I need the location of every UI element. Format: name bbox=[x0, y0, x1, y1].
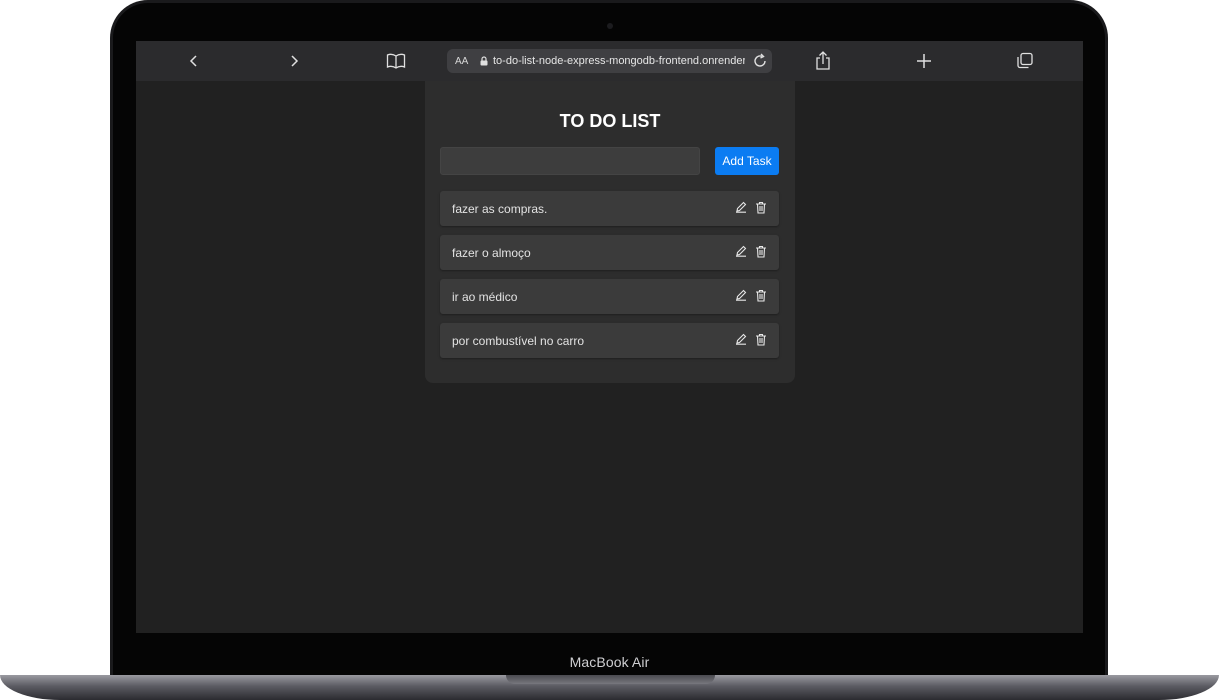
task-item: fazer o almoço bbox=[440, 235, 779, 270]
chevron-left-icon[interactable] bbox=[182, 49, 206, 73]
task-text: por combustível no carro bbox=[452, 334, 585, 348]
trash-icon[interactable] bbox=[755, 201, 767, 214]
task-list: fazer as compras. fazer o almoço ir ao m bbox=[440, 191, 779, 367]
edit-icon[interactable] bbox=[735, 245, 747, 257]
laptop-notch bbox=[506, 675, 715, 684]
tabs-icon[interactable] bbox=[1013, 49, 1037, 73]
task-text: ir ao médico bbox=[452, 290, 518, 304]
screen: AA to-do-list-node-express-mongodb-front… bbox=[136, 41, 1083, 633]
todo-card: TO DO LIST Add Task fazer as compras. fa… bbox=[425, 81, 795, 383]
reload-icon[interactable] bbox=[752, 53, 768, 69]
camera-dot bbox=[607, 23, 613, 29]
edit-icon[interactable] bbox=[735, 201, 747, 213]
url-text: to-do-list-node-express-mongodb-frontend… bbox=[493, 55, 745, 67]
page-title: TO DO LIST bbox=[559, 111, 661, 131]
task-text: fazer as compras. bbox=[452, 202, 548, 216]
trash-icon[interactable] bbox=[755, 245, 767, 258]
plus-icon[interactable] bbox=[912, 49, 936, 73]
browser-toolbar: AA to-do-list-node-express-mongodb-front… bbox=[136, 41, 1083, 81]
task-text: fazer o almoço bbox=[452, 246, 531, 260]
trash-icon[interactable] bbox=[755, 289, 767, 302]
trash-icon[interactable] bbox=[755, 333, 767, 346]
address-bar[interactable]: AA to-do-list-node-express-mongodb-front… bbox=[447, 49, 772, 73]
book-icon[interactable] bbox=[384, 49, 408, 73]
device-label: MacBook Air bbox=[569, 654, 650, 670]
text-size-button[interactable]: AA bbox=[455, 56, 477, 67]
task-item: fazer as compras. bbox=[440, 191, 779, 226]
edit-icon[interactable] bbox=[735, 289, 747, 301]
add-task-button[interactable]: Add Task bbox=[715, 147, 779, 175]
lock-icon bbox=[480, 56, 488, 66]
task-item: por combustível no carro bbox=[440, 323, 779, 358]
chevron-right-icon[interactable] bbox=[282, 49, 306, 73]
task-item: ir ao médico bbox=[440, 279, 779, 314]
task-input[interactable] bbox=[440, 147, 700, 175]
edit-icon[interactable] bbox=[735, 333, 747, 345]
share-icon[interactable] bbox=[811, 49, 835, 73]
